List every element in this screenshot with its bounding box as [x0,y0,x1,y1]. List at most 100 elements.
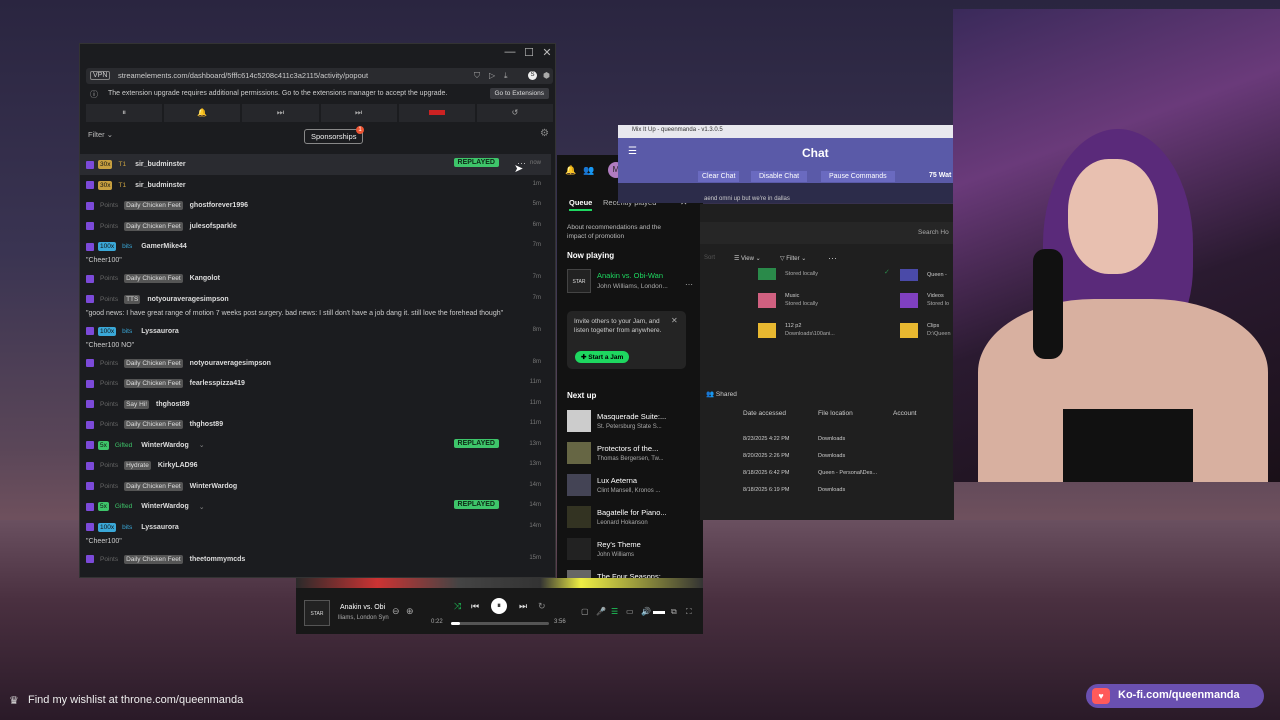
player-title[interactable]: Anakin vs. Obi [340,604,385,611]
disable-chat-button[interactable]: Disable Chat [751,171,808,182]
queue-icon[interactable]: ☰ [611,607,618,616]
tab-shared[interactable]: 👥 Shared [706,390,737,398]
item-name[interactable]: 112 p2 [785,323,801,329]
pause-button[interactable]: ⏸ [491,598,507,614]
feed-row[interactable]: 5x Gifted WinterWardog ⌄ REPLAYED 14m [80,496,551,517]
view-button[interactable]: ☰ View ⌄ [734,255,761,262]
col-account[interactable]: Account [893,410,917,417]
username[interactable]: theetommymcds [190,556,246,563]
feed-row[interactable]: Points Daily Chicken Feet theetommymcds 15m [80,549,551,570]
queue-item[interactable]: Lux Aeterna Clint Mansell, Kronos ... [567,472,697,504]
feed-row[interactable]: Points TTS notyouraveragesimpson "good news… [80,289,551,319]
feed-row[interactable]: 100x bits Lyssaurora "Cheer100 NO" 8m [80,321,551,351]
gear-icon[interactable]: ⚙ [540,128,549,139]
feed-row[interactable]: Points Daily Chicken Feet notyouraveragesi… [80,353,551,374]
chevron-down-icon[interactable]: ⌄ [199,441,205,449]
volume-icon[interactable]: 🔊 [641,607,651,616]
feed-row[interactable]: 30x T1 sir_budminster 1m [80,175,551,196]
now-playing-view-icon[interactable]: ▢ [581,607,589,616]
feed-row[interactable]: Points Daily Chicken Feet fearlesspizza419… [80,373,551,394]
volume-slider[interactable] [653,611,665,614]
search-box[interactable]: Search Ho [918,229,949,236]
feed-row[interactable]: 5x Gifted WinterWardog ⌄ REPLAYED 13m [80,435,551,456]
mute-button[interactable] [398,104,475,122]
file-row[interactable]: 8/18/2025 6:42 PM Queen - Personal\Des... [743,468,943,485]
extension-icon[interactable]: S [528,71,537,80]
username[interactable]: thghost89 [156,401,189,408]
history-button[interactable]: ↺ [476,104,554,122]
skip-button[interactable]: ⏭ [242,104,319,122]
close-icon[interactable]: ✕ [538,46,555,59]
file-row[interactable]: 8/23/2025 4:22 PM Downloads [743,434,943,451]
recommendations-link[interactable]: About recommendations and the impact of … [567,223,677,241]
col-date[interactable]: Date accessed [743,410,786,417]
remove-icon[interactable]: ⊖ [392,606,400,617]
username[interactable]: Lyssaurora [141,328,178,335]
item-name[interactable]: Clips [927,323,939,329]
pause-button[interactable]: ⏸ [86,104,163,122]
filter-dropdown[interactable]: Filter ⌄ [88,130,113,139]
devices-icon[interactable]: ▭ [626,607,634,616]
go-to-extensions-button[interactable]: Go to Extensions [489,88,549,99]
username[interactable]: WinterWardog [141,503,189,510]
address-bar[interactable]: VPN streamelements.com/dashboard/5fffc61… [86,68,553,84]
track-artist[interactable]: Thomas Bergersen, Tw... [597,456,664,462]
feed-row[interactable]: Points Daily Chicken Feet Kangolot 7m [80,268,551,289]
username[interactable]: ghostforever1996 [190,202,248,209]
queue-item[interactable]: The Four Seasons:...Antonio Vivaldi, Adr… [567,568,697,578]
track-title[interactable]: Rey's Theme [597,540,641,549]
track-artist[interactable]: Leonard Hokanson [597,520,648,526]
username[interactable]: GamerMike44 [141,243,187,250]
puzzle-icon[interactable]: ⬢ [543,71,550,80]
username[interactable]: WinterWardog [190,483,238,490]
username[interactable]: WinterWardog [141,442,189,449]
now-title[interactable]: Anakin vs. Obi-Wan [597,271,663,280]
file-row[interactable]: 8/18/2025 6:19 PM Downloads [743,485,943,502]
filter-button[interactable]: ▽ Filter ⌄ [780,255,806,262]
add-icon[interactable]: ⊕ [406,606,414,617]
minimize-icon[interactable]: — [501,46,519,58]
progress-bar[interactable] [451,622,549,625]
url-text[interactable]: streamelements.com/dashboard/5fffc614c52… [118,71,368,80]
username[interactable]: fearlesspizza419 [190,380,245,387]
item-name[interactable]: Queen - [927,272,947,278]
feed-row[interactable]: Points Daily Chicken Feet ghostforever1996… [80,195,551,216]
lyrics-icon[interactable]: 🎤 [596,607,606,616]
shield-icon[interactable]: ⛉ [474,71,480,81]
clear-chat-button[interactable]: Clear Chat [698,171,740,182]
now-artist[interactable]: John Williams, London... [597,283,668,290]
feed-row[interactable]: Points Daily Chicken Feet julesofsparkle 6m [80,216,551,237]
feed-row[interactable]: 100x bits Lyssaurora "Cheer100" 14m [80,517,551,547]
username[interactable]: Lyssaurora [141,524,178,531]
item-name[interactable]: Videos [927,293,944,299]
file-row[interactable]: 8/20/2025 2:26 PM Downloads [743,451,943,468]
pause-commands-button[interactable]: Pause Commands [821,171,895,182]
track-title[interactable]: Lux Aeterna [597,476,637,485]
feed-row[interactable]: Points Hydrate KirkyLAD96 13m [80,455,551,476]
username[interactable]: notyouraveragesimpson [190,360,271,367]
download-icon[interactable]: ⤓ [504,71,508,81]
more-icon[interactable]: ··· [828,253,837,263]
start-jam-button[interactable]: ✚ Start a Jam [575,351,630,363]
feed-row[interactable]: 100x bits GamerMike44 "Cheer100" 7m [80,236,551,266]
sponsorships-button[interactable]: Sponsorships [304,129,364,144]
track-artist[interactable]: John Williams [597,552,634,558]
queue-item[interactable]: Bagatelle for Piano... Leonard Hokanson [567,504,697,536]
play-icon[interactable]: ▷ [489,71,495,80]
next-button[interactable]: ⏭ [320,104,397,122]
fullscreen-icon[interactable]: ⛶ [686,607,692,617]
item-name[interactable]: Music [785,293,799,299]
previous-icon[interactable]: ⏮ [471,601,479,612]
track-artist[interactable]: St. Petersburg State S... [597,424,662,430]
bell-icon[interactable]: 🔔 [565,165,576,176]
feed-row[interactable]: Points Daily Chicken Feet WinterWardog 14m [80,476,551,497]
queue-item[interactable]: Rey's Theme John Williams [567,536,697,568]
maximize-icon[interactable]: ☐ [520,46,538,59]
chevron-down-icon[interactable]: ⌄ [199,503,205,511]
queue-item[interactable]: Protectors of the... Thomas Bergersen, Tw… [567,440,697,472]
feed-row[interactable]: Points Daily Chicken Feet thghost89 11m [80,414,551,435]
track-title[interactable]: Bagatelle for Piano... [597,508,667,517]
track-title[interactable]: Masquerade Suite:... [597,412,666,421]
shuffle-icon[interactable]: ⤨ [454,601,461,612]
more-icon[interactable]: ⋯ [685,280,693,289]
